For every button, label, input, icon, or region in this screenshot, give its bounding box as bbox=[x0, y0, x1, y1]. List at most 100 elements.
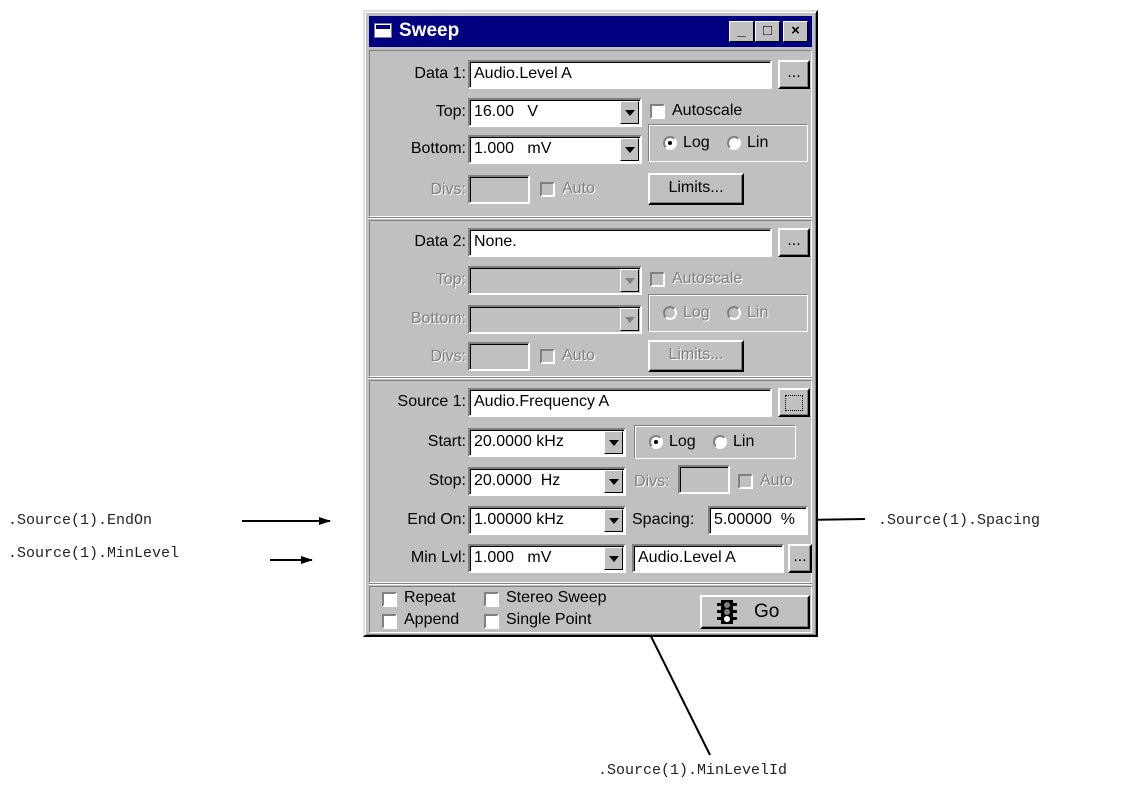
annotation-endon: .Source(1).EndOn bbox=[8, 512, 153, 529]
source1-lin-radio[interactable] bbox=[713, 435, 727, 449]
data2-lin-label: Lin bbox=[747, 304, 769, 321]
source1-log-label: Log bbox=[669, 433, 696, 450]
data2-log-label: Log bbox=[683, 304, 710, 321]
source1-start-value: 20.0000 kHz bbox=[474, 433, 564, 450]
data2-top-dropdown-icon[interactable] bbox=[620, 269, 639, 292]
data1-bottom-dropdown-icon[interactable] bbox=[620, 138, 639, 161]
data1-autoscale-checkbox[interactable] bbox=[650, 104, 665, 119]
data1-divs-field[interactable] bbox=[468, 175, 530, 204]
data2-top-label: Top: bbox=[435, 271, 466, 288]
annotation-minlevelid: .Source(1).MinLevelId bbox=[598, 762, 788, 779]
data1-lin-radio[interactable] bbox=[727, 136, 741, 150]
source1-minlvl-label: Min Lvl: bbox=[410, 549, 466, 566]
data2-divs-field[interactable] bbox=[468, 342, 530, 371]
annotation-minlevel: .Source(1).MinLevel bbox=[8, 545, 180, 562]
source1-panel: Source 1: Audio.Frequency A Start: 20.00… bbox=[369, 380, 812, 583]
data2-scale-group: Log Lin bbox=[648, 294, 808, 332]
data2-field[interactable]: None. bbox=[468, 228, 772, 257]
source1-start-dropdown-icon[interactable] bbox=[604, 431, 623, 454]
single-point-checkbox[interactable] bbox=[484, 614, 499, 629]
source1-divs-field[interactable] bbox=[678, 465, 730, 494]
data1-auto-label: Auto bbox=[562, 180, 595, 197]
source1-minlvl-value: 1.000 mV bbox=[474, 549, 552, 566]
data2-browse-button[interactable]: ... bbox=[778, 228, 810, 257]
source1-stop-combo[interactable]: 20.0000 Hz bbox=[468, 467, 626, 496]
data2-divs-label: Divs: bbox=[430, 348, 466, 365]
source1-auto-label: Auto bbox=[760, 472, 793, 489]
repeat-checkbox[interactable] bbox=[382, 592, 397, 607]
source1-stop-value: 20.0000 Hz bbox=[474, 472, 561, 489]
source1-scale-group: Log Lin bbox=[634, 425, 796, 459]
data1-top-label: Top: bbox=[435, 103, 466, 120]
close-button[interactable]: × bbox=[783, 21, 808, 42]
data2-top-combo[interactable] bbox=[468, 266, 642, 295]
data2-lin-radio[interactable] bbox=[727, 306, 741, 320]
data2-bottom-label: Bottom: bbox=[410, 310, 466, 327]
data1-browse-button[interactable]: ... bbox=[778, 60, 810, 89]
source1-browse-button[interactable] bbox=[778, 388, 810, 417]
data2-log-radio[interactable] bbox=[663, 306, 677, 320]
data2-bottom-combo[interactable] bbox=[468, 305, 642, 334]
append-checkbox[interactable] bbox=[382, 614, 397, 629]
window-title: Sweep bbox=[399, 20, 460, 41]
stereo-sweep-label: Stereo Sweep bbox=[506, 589, 607, 606]
data1-log-radio[interactable] bbox=[663, 136, 677, 150]
options-panel: Repeat Stereo Sweep Append Single Point … bbox=[369, 586, 812, 633]
source1-spacing-field[interactable]: 5.00000 % bbox=[708, 506, 808, 535]
sweep-window: Sweep _ □ × Data 1: Audio.Level A ... To… bbox=[363, 10, 818, 637]
stereo-sweep-checkbox[interactable] bbox=[484, 592, 499, 607]
data1-bottom-value: 1.000 mV bbox=[474, 140, 552, 157]
data1-panel: Data 1: Audio.Level A ... Top: 16.00 V A… bbox=[369, 50, 812, 217]
data1-limits-button[interactable]: Limits... bbox=[648, 173, 744, 205]
data2-autoscale-label: Autoscale bbox=[672, 270, 743, 287]
browse-dots-icon bbox=[785, 395, 803, 411]
source1-endon-dropdown-icon[interactable] bbox=[604, 509, 623, 532]
source1-minlevelid-browse-button[interactable]: ... bbox=[788, 544, 812, 573]
window-icon bbox=[374, 23, 392, 38]
data1-bottom-combo[interactable]: 1.000 mV bbox=[468, 135, 642, 164]
data1-field[interactable]: Audio.Level A bbox=[468, 60, 772, 89]
source1-minlvl-combo[interactable]: 1.000 mV bbox=[468, 544, 626, 573]
source1-endon-label: End On: bbox=[407, 511, 466, 528]
data2-bottom-dropdown-icon[interactable] bbox=[620, 308, 639, 331]
data2-auto-label: Auto bbox=[562, 347, 595, 364]
data2-autoscale-checkbox[interactable] bbox=[650, 272, 665, 287]
data2-panel: Data 2: None. ... Top: Autoscale Bottom:… bbox=[369, 220, 812, 377]
data1-scale-group: Log Lin bbox=[648, 124, 808, 162]
source1-lin-label: Lin bbox=[733, 433, 755, 450]
source1-divs-label: Divs: bbox=[634, 473, 670, 490]
title-bar[interactable]: Sweep _ □ × bbox=[369, 16, 812, 47]
source1-minlvl-dropdown-icon[interactable] bbox=[604, 547, 623, 570]
data1-lin-label: Lin bbox=[747, 134, 769, 151]
source1-field[interactable]: Audio.Frequency A bbox=[468, 388, 772, 417]
source1-stop-label: Stop: bbox=[428, 472, 466, 489]
data2-label: Data 2: bbox=[414, 233, 466, 250]
go-button[interactable]: Go bbox=[700, 595, 810, 629]
data1-auto-checkbox[interactable] bbox=[540, 182, 555, 197]
maximize-button[interactable]: □ bbox=[755, 21, 780, 42]
source1-log-radio[interactable] bbox=[649, 435, 663, 449]
source1-endon-value: 1.00000 kHz bbox=[474, 511, 564, 528]
source1-endon-combo[interactable]: 1.00000 kHz bbox=[468, 506, 626, 535]
source1-auto-checkbox[interactable] bbox=[738, 474, 753, 489]
data1-autoscale-label: Autoscale bbox=[672, 102, 743, 119]
append-label: Append bbox=[404, 611, 460, 628]
data2-limits-button[interactable]: Limits... bbox=[648, 340, 744, 372]
annotation-spacing: .Source(1).Spacing bbox=[878, 512, 1041, 529]
source1-start-combo[interactable]: 20.0000 kHz bbox=[468, 428, 626, 457]
minimize-button[interactable]: _ bbox=[729, 21, 754, 42]
data1-top-dropdown-icon[interactable] bbox=[620, 101, 639, 124]
data1-log-label: Log bbox=[683, 134, 710, 151]
data1-label: Data 1: bbox=[414, 65, 466, 82]
divider-1 bbox=[369, 217, 812, 219]
source1-start-label: Start: bbox=[427, 433, 466, 450]
data2-auto-checkbox[interactable] bbox=[540, 349, 555, 364]
data1-bottom-label: Bottom: bbox=[410, 140, 466, 157]
source1-stop-dropdown-icon[interactable] bbox=[604, 470, 623, 493]
source1-minlevelid-field[interactable]: Audio.Level A bbox=[632, 544, 784, 573]
data1-top-combo[interactable]: 16.00 V bbox=[468, 98, 642, 127]
single-point-label: Single Point bbox=[506, 611, 592, 628]
repeat-label: Repeat bbox=[404, 589, 456, 606]
divider-2 bbox=[369, 377, 812, 379]
go-label: Go bbox=[754, 601, 780, 622]
